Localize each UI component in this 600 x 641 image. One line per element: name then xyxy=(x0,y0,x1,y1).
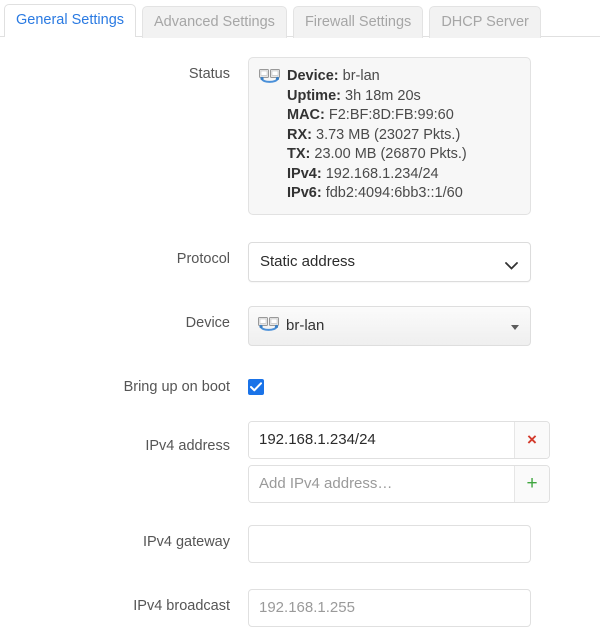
status-key-ipv6: IPv6: xyxy=(287,185,322,201)
ipv4-broadcast-input[interactable] xyxy=(248,588,531,627)
tab-bar: General Settings Advanced Settings Firewal… xyxy=(0,0,600,38)
status-key-ipv4: IPv4: xyxy=(287,165,322,182)
field-row-ipv4-address: IPv4 address × + xyxy=(0,420,600,503)
field-row-ipv4-gateway: IPv4 gateway xyxy=(0,524,600,563)
check-icon xyxy=(250,381,262,391)
tab-advanced-settings[interactable]: Advanced Settings xyxy=(142,6,287,38)
ipv4-broadcast-label: IPv4 broadcast xyxy=(133,597,230,614)
device-value-text: br-lan xyxy=(286,316,325,334)
add-ipv4-address-input[interactable] xyxy=(249,465,514,502)
interface-general-settings-form: Status Device: br-lan Uptime: 3h 18m 20s… xyxy=(0,37,600,627)
ipv4-address-input[interactable] xyxy=(249,421,514,458)
status-line-rx: RX: 3.73 MB (23027 Pkts.) xyxy=(259,126,518,146)
ipv4-gateway-input[interactable] xyxy=(248,524,531,563)
status-value-device: br-lan xyxy=(342,68,380,84)
status-line-ipv6: IPv6: fdb2:4094:6bb3::1/60 xyxy=(259,184,518,204)
protocol-label: Protocol xyxy=(176,250,230,267)
protocol-select[interactable]: Static address xyxy=(248,241,531,282)
field-row-protocol: Protocol Static address xyxy=(0,241,600,282)
ipv4-gateway-label: IPv4 gateway xyxy=(142,533,230,550)
status-key-tx: TX: xyxy=(287,146,311,162)
status-key-rx: RX: xyxy=(287,126,312,143)
status-box: Device: br-lan Uptime: 3h 18m 20s MAC: F… xyxy=(248,57,531,215)
bring-up-on-boot-label: Bring up on boot xyxy=(123,378,230,395)
caret-down-icon xyxy=(511,324,519,330)
device-label: Device xyxy=(185,314,230,331)
status-label: Status xyxy=(188,66,230,82)
status-line-tx: TX: 23.00 MB (26870 Pkts.) xyxy=(259,145,518,165)
status-value-tx: 23.00 MB (26870 Pkts.) xyxy=(314,146,467,162)
status-key-device: Device: xyxy=(287,68,339,84)
tab-dhcp-server[interactable]: DHCP Server xyxy=(429,6,541,38)
status-key-uptime: Uptime: xyxy=(287,87,341,104)
ipv4-address-entry-group: × xyxy=(248,420,550,459)
protocol-selected-value: Static address xyxy=(260,252,356,270)
device-dropdown[interactable]: br-lan xyxy=(248,305,531,346)
add-ipv4-address-button[interactable]: + xyxy=(514,465,549,502)
tab-general-settings[interactable]: General Settings xyxy=(4,4,137,37)
status-value-rx: 3.73 MB (23027 Pkts.) xyxy=(316,126,461,143)
tab-firewall-settings[interactable]: Firewall Settings xyxy=(292,6,424,38)
field-row-device: Device br-lan xyxy=(0,305,600,346)
status-line-uptime: Uptime: 3h 18m 20s xyxy=(259,87,518,107)
status-value-uptime: 3h 18m 20s xyxy=(345,87,421,104)
field-row-ipv4-broadcast: IPv4 broadcast xyxy=(0,588,600,627)
ipv4-address-add-group: + xyxy=(248,464,550,503)
status-key-mac: MAC: xyxy=(287,107,325,123)
remove-ipv4-address-button[interactable]: × xyxy=(514,421,549,458)
status-line-mac: MAC: F2:BF:8D:FB:99:60 xyxy=(259,106,518,126)
status-line-ipv4: IPv4: 192.168.1.234/24 xyxy=(259,165,518,185)
field-row-bring-up-on-boot: Bring up on boot xyxy=(0,370,600,396)
device-selected-value: br-lan xyxy=(258,307,324,345)
network-bridge-icon xyxy=(258,310,280,331)
status-value-ipv6: fdb2:4094:6bb3::1/60 xyxy=(325,185,463,201)
chevron-down-icon xyxy=(505,257,518,270)
bring-up-on-boot-checkbox[interactable] xyxy=(248,378,264,395)
status-value-mac: F2:BF:8D:FB:99:60 xyxy=(328,107,454,123)
status-line-device: Device: br-lan xyxy=(259,67,518,87)
network-bridge-icon xyxy=(259,69,281,85)
field-row-status: Status Device: br-lan Uptime: 3h 18m 20s… xyxy=(0,57,600,215)
status-value-ipv4: 192.168.1.234/24 xyxy=(325,165,439,182)
ipv4-address-label: IPv4 address xyxy=(145,437,230,454)
